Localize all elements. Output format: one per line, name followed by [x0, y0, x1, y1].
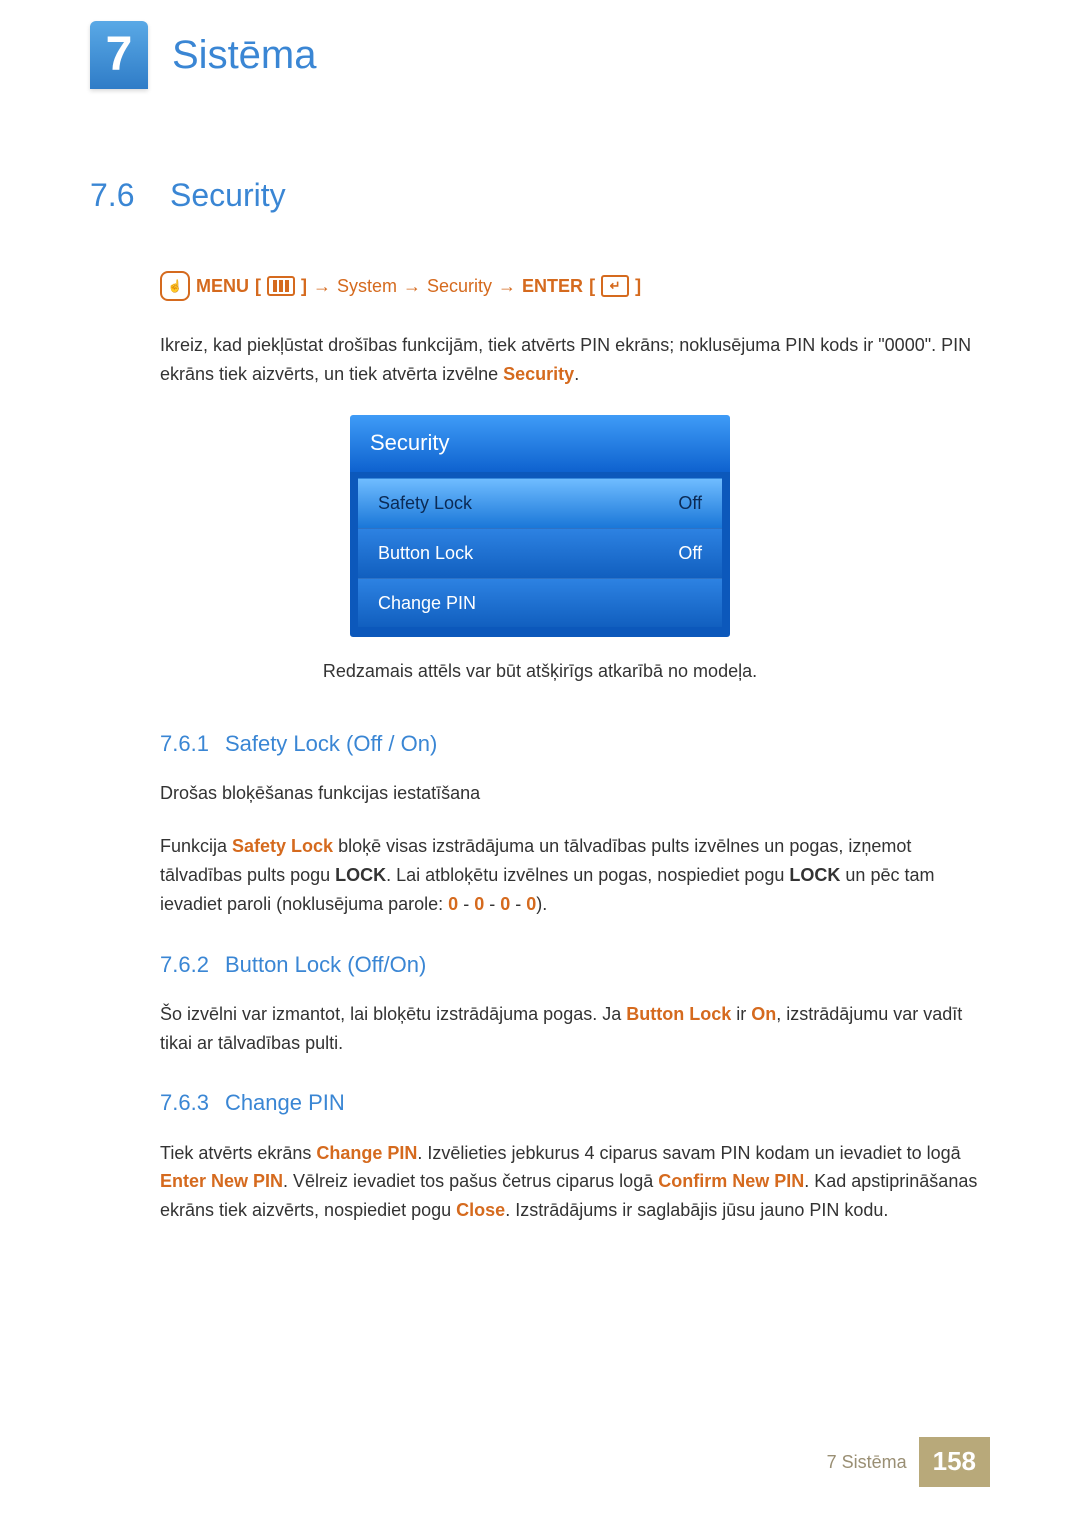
change-pin-description: Tiek atvērts ekrāns Change PIN. Izvēliet… [160, 1139, 990, 1225]
safety-lock-intro: Drošas bloķēšanas funkcijas iestatīšana [160, 779, 990, 808]
section-number: 7.6 [90, 170, 170, 221]
footer-page-number: 158 [919, 1437, 990, 1487]
footer-chapter-label: 7 Sistēma [815, 1440, 919, 1485]
button-lock-description: Šo izvēlni var izmantot, lai bloķētu izs… [160, 1000, 990, 1058]
menu-row-label: Safety Lock [378, 489, 472, 518]
remote-menu-icon: ☝ [160, 271, 190, 301]
chapter-number-tab: 7 [90, 21, 148, 89]
arrow-icon: → [313, 272, 331, 301]
safety-lock-description: Funkcija Safety Lock bloķē visas izstrād… [160, 832, 990, 918]
nav-system-label: System [337, 272, 397, 301]
arrow-icon: → [403, 272, 421, 301]
nav-security-label: Security [427, 272, 492, 301]
subsection-heading-change-pin: 7.6.3Change PIN [160, 1085, 990, 1120]
menu-title: Security [350, 415, 730, 472]
menu-row-value: Off [678, 539, 702, 568]
menu-row-label: Change PIN [378, 589, 476, 618]
menu-navigation-path: ☝ MENU [ ] → System → Security → ENTER [… [160, 271, 990, 301]
security-menu-screenshot: Security Safety Lock Off Button Lock Off… [350, 415, 730, 638]
menu-row-value: Off [678, 489, 702, 518]
enter-icon: ↵ [601, 275, 629, 297]
nav-menu-label: MENU [196, 272, 249, 301]
arrow-icon: → [498, 272, 516, 301]
section-title: Security [170, 170, 286, 221]
intro-paragraph: Ikreiz, kad piekļūstat drošības funkcijā… [160, 331, 990, 389]
subsection-heading-button-lock: 7.6.2Button Lock (Off/On) [160, 947, 990, 982]
menu-row-label: Button Lock [378, 539, 473, 568]
chapter-title: Sistēma [172, 23, 317, 87]
menu-row-safety-lock[interactable]: Safety Lock Off [358, 478, 722, 528]
page-footer: 7 Sistēma 158 [815, 1437, 990, 1487]
image-caption: Redzamais attēls var būt atšķirīgs atkar… [90, 657, 990, 686]
menu-row-change-pin[interactable]: Change PIN [358, 578, 722, 628]
nav-enter-label: ENTER [522, 272, 583, 301]
subsection-heading-safety-lock: 7.6.1Safety Lock (Off / On) [160, 726, 990, 761]
menu-bars-icon [267, 276, 295, 296]
menu-row-button-lock[interactable]: Button Lock Off [358, 528, 722, 578]
